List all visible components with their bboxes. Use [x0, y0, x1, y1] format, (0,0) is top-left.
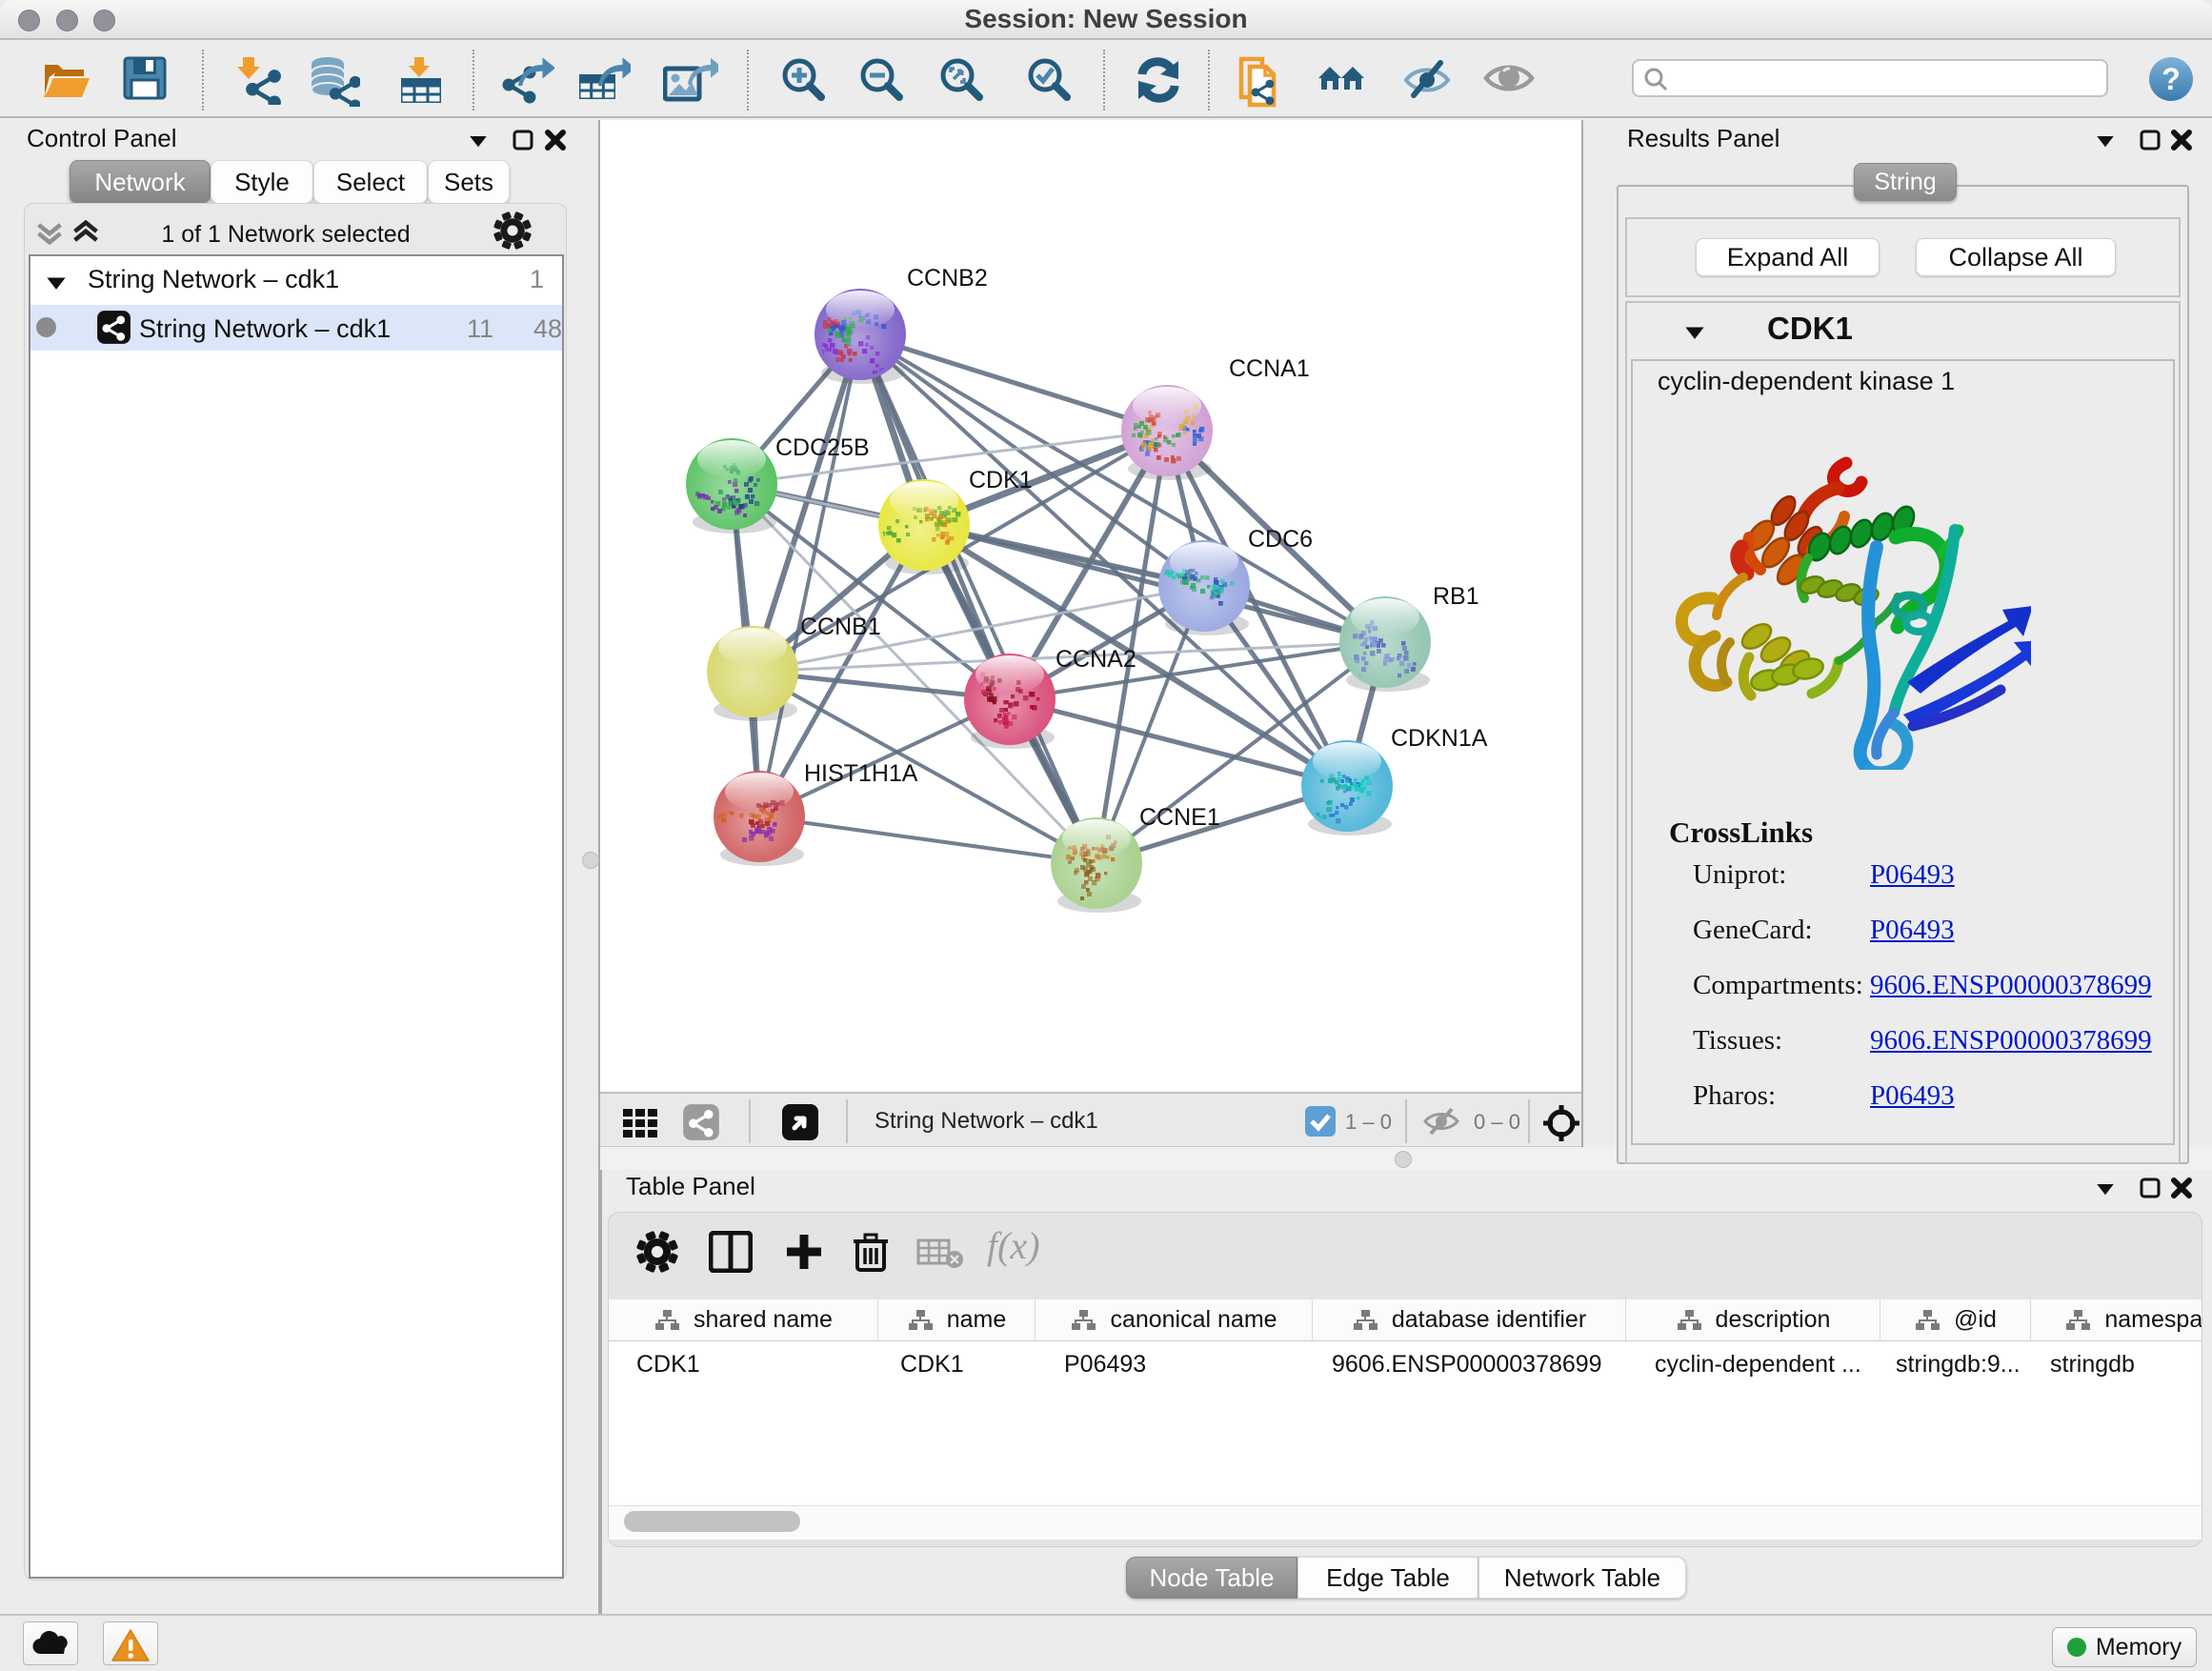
svg-text:RB1: RB1 [1433, 583, 1479, 610]
svg-text:CCNA2: CCNA2 [1056, 646, 1136, 673]
svg-text:CDKN1A: CDKN1A [1391, 725, 1488, 752]
svg-text:CDC6: CDC6 [1248, 526, 1313, 553]
svg-text:CDC25B: CDC25B [775, 434, 870, 461]
svg-text:?: ? [2162, 62, 2181, 96]
svg-text:CCNA1: CCNA1 [1229, 355, 1310, 382]
svg-text:CDK1: CDK1 [969, 467, 1033, 493]
svg-text:HIST1H1A: HIST1H1A [804, 760, 918, 787]
svg-text:CCNE1: CCNE1 [1139, 804, 1220, 831]
svg-text:CCNB2: CCNB2 [907, 265, 988, 292]
svg-text:CCNB1: CCNB1 [800, 614, 881, 640]
